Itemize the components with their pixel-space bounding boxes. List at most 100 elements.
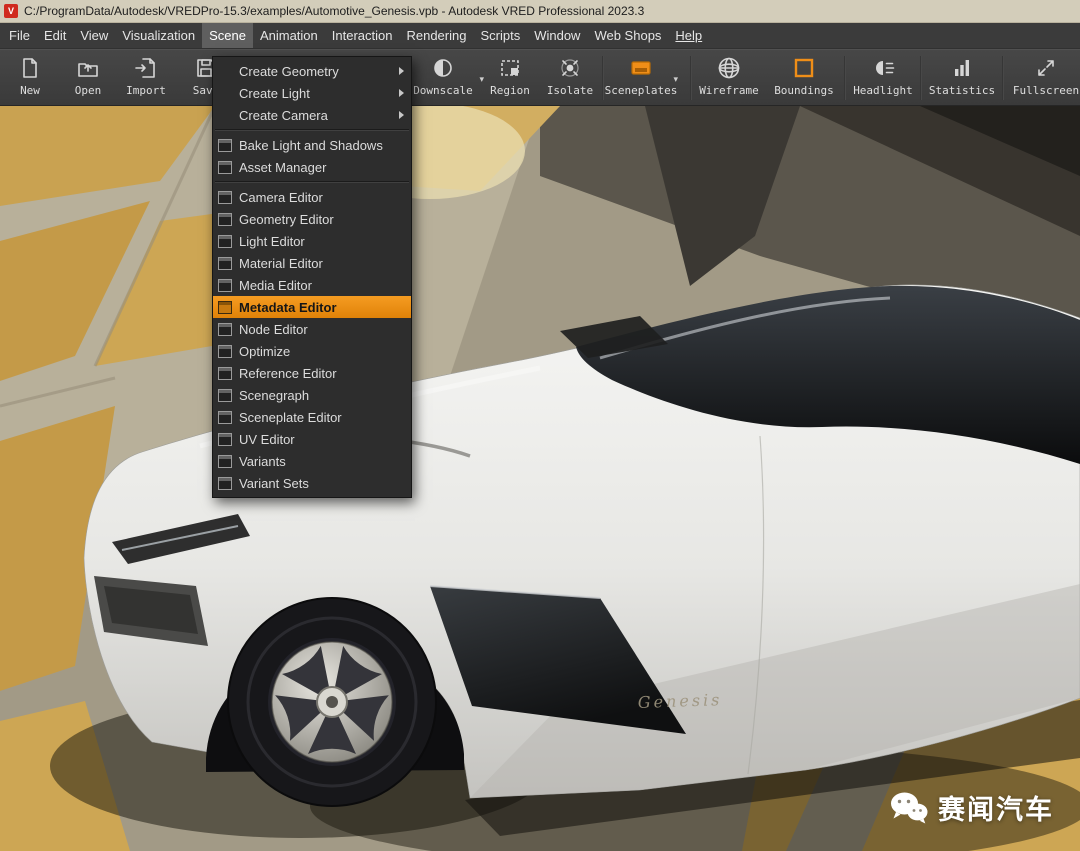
wechat-icon: [891, 792, 928, 823]
open-file-icon: [76, 55, 100, 81]
toolbar-separator: [844, 56, 846, 100]
region-icon: [498, 55, 522, 81]
sceneplates-icon: [629, 55, 653, 81]
new-button[interactable]: New: [2, 50, 58, 105]
panel-icon: [218, 366, 232, 380]
scene-menu-item-variant-sets[interactable]: Variant Sets: [213, 472, 411, 494]
car-badge: Genesis: [637, 690, 722, 712]
scene-menu-item-optimize[interactable]: Optimize: [213, 340, 411, 362]
scene-menu-item-create-light[interactable]: Create Light: [213, 82, 411, 104]
front-wheel: [227, 597, 437, 807]
toolbar-separator: [690, 56, 692, 100]
menu-help[interactable]: Help: [668, 23, 709, 48]
menu-separator: [215, 181, 409, 183]
panel-icon: [218, 344, 232, 358]
scene-menu-item-node-editor[interactable]: Node Editor: [213, 318, 411, 340]
boundings-icon: [792, 55, 816, 81]
wireframe-icon: [716, 55, 742, 81]
panel-icon: [218, 476, 232, 490]
scene-menu-item-scenegraph[interactable]: Scenegraph: [213, 384, 411, 406]
panel-icon: [218, 138, 232, 152]
watermark: 赛闻汽车: [889, 788, 1054, 827]
chevron-down-icon[interactable]: ▾: [673, 74, 678, 85]
menu-view[interactable]: View: [73, 23, 115, 48]
toolbar-label: New: [20, 84, 40, 97]
panel-icon: [218, 234, 232, 248]
menu-file[interactable]: File: [2, 23, 37, 48]
menu-separator: [215, 129, 409, 131]
menu-visualization[interactable]: Visualization: [115, 23, 202, 48]
toolbar-separator: [1002, 56, 1004, 100]
toolbar-label: Isolate: [546, 84, 594, 97]
scene-menu-item-light-editor[interactable]: Light Editor: [213, 230, 411, 252]
scene-menu-item-bake-light-and-shadows[interactable]: Bake Light and Shadows: [213, 134, 411, 156]
scene-menu-item-create-camera[interactable]: Create Camera: [213, 104, 411, 126]
toolbar-label: Wireframe: [699, 84, 759, 97]
scene-menu-dropdown: Create Geometry Create Light Create Came…: [212, 56, 412, 498]
panel-icon: [218, 160, 232, 174]
wireframe-button[interactable]: Wireframe: [696, 50, 762, 105]
toolbar-label: Statistics: [928, 84, 996, 97]
render-scene: Genesis: [0, 106, 1080, 851]
submenu-arrow-icon: [399, 111, 404, 119]
panel-icon: [218, 212, 232, 226]
downscale-icon: [431, 55, 455, 81]
menu-rendering[interactable]: Rendering: [399, 23, 473, 48]
submenu-arrow-icon: [399, 89, 404, 97]
toolbar-label: Downscale: [413, 84, 473, 97]
region-button[interactable]: Region: [482, 50, 538, 105]
scene-menu-item-asset-manager[interactable]: Asset Manager: [213, 156, 411, 178]
vred-logo-icon: V: [4, 4, 18, 18]
boundings-button[interactable]: Boundings: [768, 50, 840, 105]
menu-edit[interactable]: Edit: [37, 23, 73, 48]
import-icon: [134, 55, 158, 81]
scene-menu-item-metadata-editor[interactable]: Metadata Editor: [213, 296, 411, 318]
panel-icon: [218, 432, 232, 446]
scene-menu-item-geometry-editor[interactable]: Geometry Editor: [213, 208, 411, 230]
panel-icon: [218, 410, 232, 424]
title-bar: V C:/ProgramData/Autodesk/VREDPro-15.3/e…: [0, 0, 1080, 23]
scene-menu-item-material-editor[interactable]: Material Editor: [213, 252, 411, 274]
menu-scripts[interactable]: Scripts: [473, 23, 527, 48]
panel-icon: [218, 300, 232, 314]
fullscreen-icon: [1034, 55, 1058, 81]
isolate-icon: [558, 55, 582, 81]
menu-animation[interactable]: Animation: [253, 23, 325, 48]
panel-icon: [218, 322, 232, 336]
watermark-text: 赛闻汽车: [938, 795, 1054, 826]
isolate-button[interactable]: Isolate: [540, 50, 600, 105]
sceneplates-button[interactable]: ▾ Sceneplates: [605, 50, 678, 105]
scene-menu-item-reference-editor[interactable]: Reference Editor: [213, 362, 411, 384]
statistics-button[interactable]: Statistics: [926, 50, 998, 105]
menu-scene[interactable]: Scene: [202, 23, 253, 48]
scene-menu-item-variants[interactable]: Variants: [213, 450, 411, 472]
menu-window[interactable]: Window: [527, 23, 587, 48]
menu-web-shops[interactable]: Web Shops: [587, 23, 668, 48]
panel-icon: [218, 190, 232, 204]
scene-menu-item-create-geometry[interactable]: Create Geometry: [213, 60, 411, 82]
scene-menu-item-sceneplate-editor[interactable]: Sceneplate Editor: [213, 406, 411, 428]
panel-icon: [218, 388, 232, 402]
new-file-icon: [18, 55, 42, 81]
vred-window: V C:/ProgramData/Autodesk/VREDPro-15.3/e…: [0, 0, 1080, 851]
scene-menu-item-uv-editor[interactable]: UV Editor: [213, 428, 411, 450]
statistics-icon: [950, 55, 974, 81]
scene-menu-item-media-editor[interactable]: Media Editor: [213, 274, 411, 296]
scene-menu-item-camera-editor[interactable]: Camera Editor: [213, 186, 411, 208]
toolbar-label: Open: [74, 84, 102, 97]
menu-interaction[interactable]: Interaction: [325, 23, 400, 48]
submenu-arrow-icon: [399, 67, 404, 75]
toolbar-label: Headlight: [853, 84, 913, 97]
toolbar-separator: [920, 56, 922, 100]
panel-icon: [218, 454, 232, 468]
main-toolbar: New Open Import Save ▾ Downscale Region …: [0, 49, 1080, 106]
toolbar-label: Boundings: [774, 84, 834, 97]
headlight-button[interactable]: Headlight: [850, 50, 916, 105]
toolbar-label: Region: [490, 84, 530, 97]
import-button[interactable]: Import: [118, 50, 174, 105]
downscale-button[interactable]: ▾ Downscale: [406, 50, 484, 105]
viewport-3d[interactable]: Genesis 赛闻汽车: [0, 106, 1080, 851]
open-button[interactable]: Open: [60, 50, 116, 105]
toolbar-label: Import: [126, 84, 166, 97]
fullscreen-button[interactable]: Fullscreen: [1008, 50, 1080, 105]
